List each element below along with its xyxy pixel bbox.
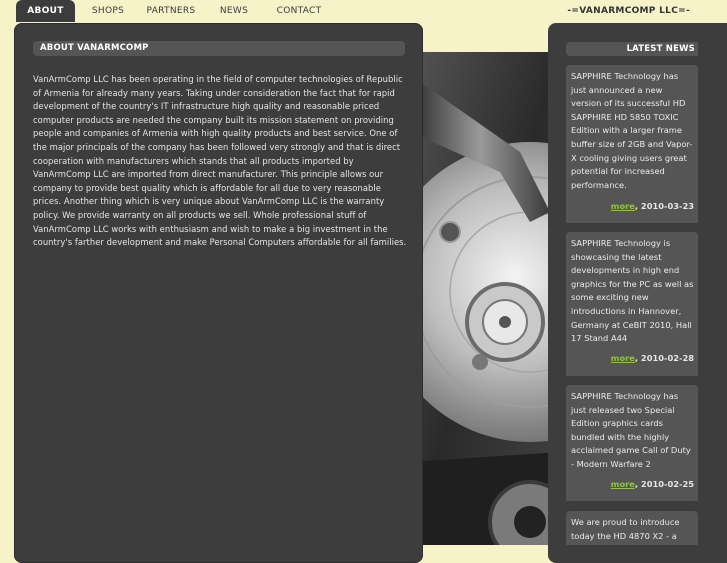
about-text: VanArmComp LLC has been operating in the… <box>33 74 407 248</box>
nav-partners[interactable]: PARTNERS <box>141 0 201 22</box>
news-item-text: We are proud to introduce today the HD 4… <box>571 517 680 541</box>
news-title: LATEST NEWS <box>566 42 698 56</box>
news-item-date: , 2010-02-25 <box>634 479 694 489</box>
news-item-meta: more, 2010-02-25 <box>611 479 694 489</box>
about-title: ABOUT VANARMCOMP <box>33 41 405 56</box>
news-item: SAPPHIRE Technology has just announced a… <box>566 65 698 223</box>
news-item: SAPPHIRE Technology has just released tw… <box>566 385 698 501</box>
site-brand: -=VANARMCOMP LLC=- <box>567 6 690 16</box>
more-link[interactable]: more <box>611 201 635 211</box>
main-nav: ABOUT SHOPS PARTNERS NEWS CONTACT <box>16 0 331 22</box>
news-item-date: , 2010-02-28 <box>634 353 694 363</box>
nav-about[interactable]: ABOUT <box>16 0 75 22</box>
nav-contact[interactable]: CONTACT <box>267 0 331 22</box>
news-item-meta: more, 2010-03-23 <box>611 201 694 211</box>
news-item-text: SAPPHIRE Technology has just released tw… <box>571 391 691 469</box>
hard-disk-illustration <box>410 52 560 545</box>
nav-news[interactable]: NEWS <box>201 0 267 22</box>
news-item: We are proud to introduce today the HD 4… <box>566 511 698 545</box>
nav-shops[interactable]: SHOPS <box>75 0 141 22</box>
news-item: SAPPHIRE Technology is showcasing the la… <box>566 232 698 376</box>
news-item-text: SAPPHIRE Technology has just announced a… <box>571 71 693 190</box>
news-item-text: SAPPHIRE Technology is showcasing the la… <box>571 238 694 344</box>
news-item-date: , 2010-03-23 <box>634 201 694 211</box>
more-link[interactable]: more <box>611 479 635 489</box>
more-link[interactable]: more <box>611 353 635 363</box>
news-item-meta: more, 2010-02-28 <box>611 353 694 363</box>
hard-disk-image <box>410 22 560 545</box>
top-bar: ABOUT SHOPS PARTNERS NEWS CONTACT -=VANA… <box>0 0 727 22</box>
